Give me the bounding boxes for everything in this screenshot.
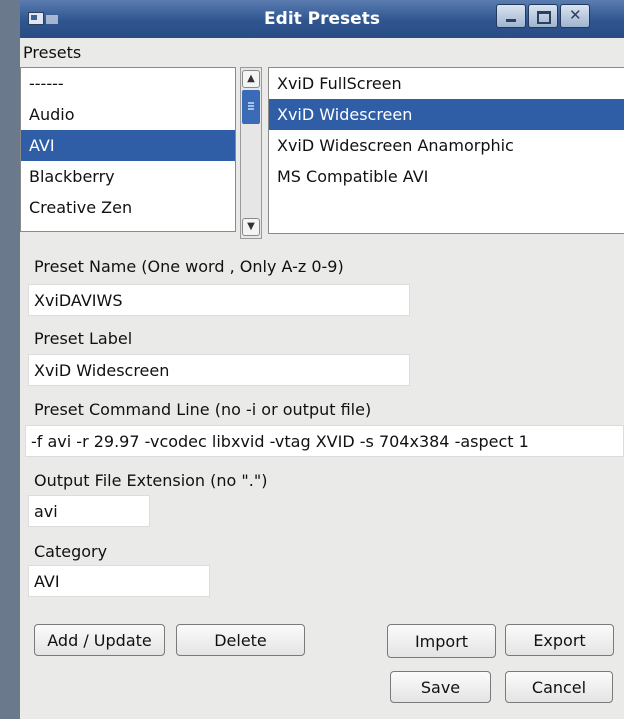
command-line-label: Preset Command Line (no -i or output fil… — [34, 400, 372, 419]
scroll-down-button[interactable]: ▼ — [242, 218, 260, 236]
save-button[interactable]: Save — [390, 671, 491, 703]
title-bar[interactable]: Edit Presets ✕ — [20, 0, 624, 38]
chevron-down-icon: ▼ — [247, 221, 255, 232]
preset-name-input[interactable]: XviDAVIWS — [28, 284, 410, 316]
minimize-icon — [506, 19, 516, 22]
desktop-strip — [0, 0, 20, 719]
command-line-input[interactable]: -f avi -r 29.97 -vcodec libxvid -vtag XV… — [25, 425, 624, 457]
presets-label: Presets — [23, 43, 82, 62]
preset-item-selected[interactable]: XviD Widescreen — [269, 99, 624, 130]
category-item[interactable]: DV — [21, 223, 235, 231]
export-button[interactable]: Export — [505, 624, 614, 656]
category-item[interactable]: Blackberry — [21, 161, 235, 192]
add-update-button[interactable]: Add / Update — [34, 624, 165, 656]
preset-item[interactable]: MS Compatible AVI — [269, 161, 624, 192]
delete-button[interactable]: Delete — [176, 624, 305, 656]
preset-item[interactable]: XviD Widescreen Anamorphic — [269, 130, 624, 161]
category-item[interactable]: Creative Zen — [21, 192, 235, 223]
preset-item[interactable]: XviD FullScreen — [269, 68, 624, 99]
category-label: Category — [34, 542, 108, 561]
maximize-icon — [537, 11, 551, 24]
preset-list[interactable]: XviD FullScreen XviD Widescreen XviD Wid… — [268, 67, 624, 234]
scroll-up-button[interactable]: ▲ — [242, 70, 260, 88]
category-list[interactable]: ------ Audio AVI Blackberry Creative Zen… — [20, 67, 236, 232]
import-button[interactable]: Import — [387, 624, 496, 658]
extension-input[interactable]: avi — [28, 495, 150, 527]
maximize-button[interactable] — [528, 4, 558, 28]
close-icon: ✕ — [569, 6, 582, 24]
close-button[interactable]: ✕ — [560, 4, 590, 28]
grip-icon — [248, 102, 254, 104]
scroll-thumb[interactable] — [242, 90, 260, 124]
chevron-up-icon: ▲ — [247, 73, 255, 84]
edit-presets-window: Edit Presets ✕ Presets ------ Audio AVI … — [0, 0, 624, 719]
category-item-selected[interactable]: AVI — [21, 130, 235, 161]
category-item[interactable]: Audio — [21, 99, 235, 130]
extension-label: Output File Extension (no ".") — [34, 471, 268, 490]
preset-name-label: Preset Name (One word , Only A-z 0-9) — [34, 257, 344, 276]
preset-label-input[interactable]: XviD Widescreen — [28, 354, 410, 386]
cancel-button[interactable]: Cancel — [505, 671, 613, 703]
dialog-content: Presets ------ Audio AVI Blackberry Crea… — [20, 38, 624, 719]
category-input[interactable]: AVI — [28, 565, 210, 597]
preset-label-label: Preset Label — [34, 329, 133, 348]
category-scrollbar[interactable]: ▲ ▼ — [240, 67, 262, 239]
minimize-button[interactable] — [496, 4, 526, 28]
category-item[interactable]: ------ — [21, 68, 235, 99]
